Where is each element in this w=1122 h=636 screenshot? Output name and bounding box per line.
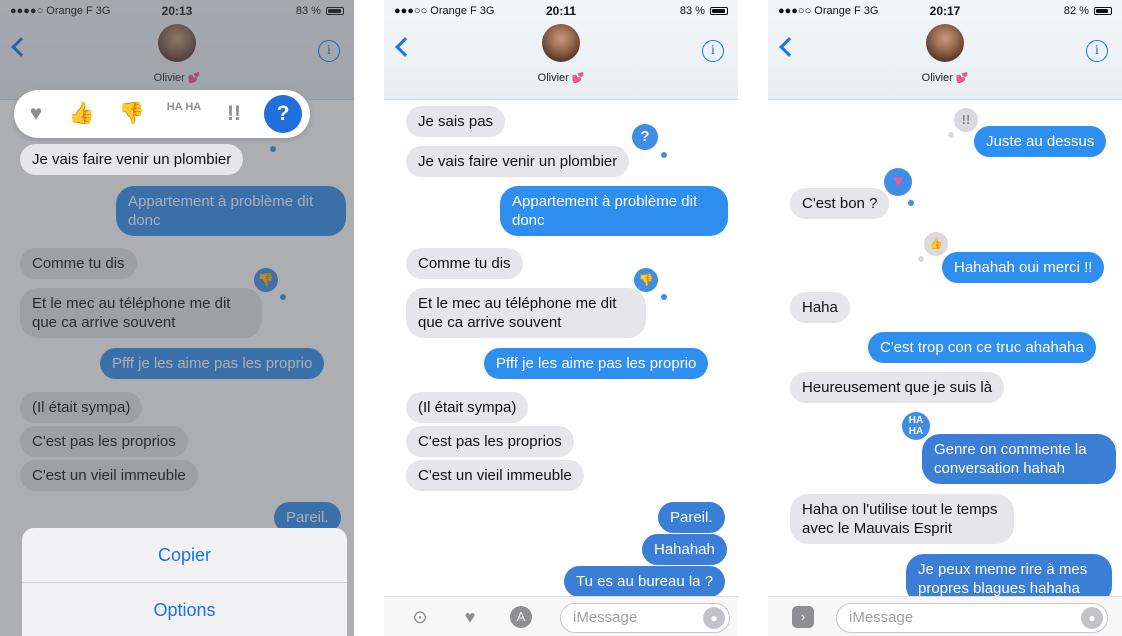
- message-outgoing[interactable]: Juste au dessus: [974, 126, 1107, 157]
- contact-name-label: Olivier: [921, 72, 953, 84]
- input-bar: › iMessage ●: [768, 596, 1122, 636]
- options-button[interactable]: Options: [22, 583, 347, 636]
- battery-indicator: 83 %: [680, 5, 728, 17]
- tapback-dot: [908, 200, 914, 206]
- message-outgoing[interactable]: C'est trop con ce truc ahahaha: [868, 332, 1096, 363]
- message-incoming[interactable]: Et le mec au téléphone me dit que ca arr…: [406, 288, 646, 338]
- thumbs-up-tapback-icon[interactable]: 👍: [924, 232, 948, 256]
- back-chevron-icon[interactable]: [779, 37, 799, 57]
- heart-tapback-icon[interactable]: ♥: [20, 90, 52, 138]
- message-outgoing[interactable]: Hahahah: [642, 534, 727, 565]
- message-list: !! Juste au dessus ♥ C'est bon ? 👍 Hahah…: [768, 102, 1122, 636]
- message-incoming[interactable]: Heureusement que je suis là: [790, 372, 1005, 403]
- digital-touch-icon[interactable]: ♥: [458, 606, 482, 628]
- exclamation-tapback-icon[interactable]: !!: [218, 90, 250, 138]
- battery-percent: 82 %: [1063, 5, 1089, 17]
- hearts-emoji-icon: 💕: [571, 73, 585, 84]
- exclamation-tapback-icon[interactable]: !!: [954, 108, 978, 132]
- microphone-icon[interactable]: ●: [703, 607, 725, 629]
- selected-message[interactable]: Je vais faire venir un plombier: [20, 144, 244, 175]
- avatar[interactable]: [926, 24, 964, 62]
- status-bar: ●●●○○ Orange F 3G 20:17 82 %: [768, 0, 1122, 20]
- battery-icon: [1094, 7, 1112, 16]
- thumbs-down-tapback-icon[interactable]: 👎: [634, 268, 658, 292]
- status-bar: ●●●○○ Orange F 3G 20:11 83 %: [384, 0, 738, 20]
- action-sheet: Copier Options: [22, 528, 347, 636]
- screen-tapback-picker: ●●●●○ Orange F 3G 20:13 83 % Olivier 💕 i…: [0, 0, 354, 636]
- message-input[interactable]: iMessage ●: [560, 603, 730, 633]
- microphone-icon[interactable]: ●: [1081, 607, 1103, 629]
- input-bar: ⊙ ♥ A iMessage ●: [384, 596, 738, 636]
- message-incoming[interactable]: Je vais faire venir un plombier: [406, 146, 630, 177]
- copy-button[interactable]: Copier: [22, 528, 347, 582]
- message-outgoing[interactable]: Genre on commente la conversation hahah: [922, 434, 1116, 484]
- contact-name[interactable]: Olivier 💕: [384, 72, 738, 84]
- message-outgoing[interactable]: Tu es au bureau la ?: [564, 566, 726, 597]
- info-icon[interactable]: i: [702, 40, 724, 62]
- info-icon[interactable]: i: [1086, 40, 1108, 62]
- message-incoming[interactable]: C'est un vieil immeuble: [406, 460, 584, 491]
- tapback-dot: [661, 152, 667, 158]
- heart-tapback-icon[interactable]: ♥: [884, 168, 912, 196]
- contact-name-label: Olivier: [537, 72, 569, 84]
- back-chevron-icon[interactable]: [395, 37, 415, 57]
- message-outgoing[interactable]: Pareil.: [658, 502, 725, 533]
- app-store-icon[interactable]: A: [510, 606, 532, 628]
- message-outgoing[interactable]: Pfff je les aime pas les proprio: [484, 348, 709, 379]
- expand-chevron-icon[interactable]: ›: [792, 606, 814, 628]
- tapback-dot: [661, 294, 667, 300]
- battery-icon: [710, 7, 728, 16]
- question-tapback-icon[interactable]: ?: [632, 124, 658, 150]
- message-list: Je sais pas ? Je vais faire venir un plo…: [384, 102, 738, 636]
- avatar[interactable]: [542, 24, 580, 62]
- camera-icon[interactable]: ⊙: [408, 606, 432, 628]
- message-incoming[interactable]: Haha: [790, 292, 850, 323]
- message-outgoing[interactable]: Appartement à problème dit donc: [500, 186, 728, 236]
- question-tapback-icon[interactable]: ?: [264, 95, 302, 133]
- message-input[interactable]: iMessage ●: [836, 603, 1108, 633]
- thumbs-down-tapback-icon[interactable]: 👎: [116, 90, 148, 138]
- tapback-dot: [948, 132, 954, 138]
- message-incoming[interactable]: C'est bon ?: [790, 188, 890, 219]
- haha-tapback-icon[interactable]: HA HA: [902, 412, 930, 440]
- tapback-dot: [918, 256, 924, 262]
- message-incoming[interactable]: C'est pas les proprios: [406, 426, 574, 457]
- battery-indicator: 82 %: [1064, 5, 1112, 17]
- haha-tapback-icon[interactable]: HA HA: [166, 90, 202, 138]
- message-outgoing[interactable]: Hahahah oui merci !!: [942, 252, 1105, 283]
- screen-conversation: ●●●○○ Orange F 3G 20:11 83 % Olivier 💕 i…: [384, 0, 738, 636]
- battery-percent: 83 %: [679, 5, 705, 17]
- message-input-placeholder: iMessage: [849, 609, 914, 626]
- tapback-picker: ♥ 👍 👎 HA HA !! ?: [14, 90, 310, 138]
- message-incoming[interactable]: Comme tu dis: [406, 248, 523, 279]
- message-input-placeholder: iMessage: [573, 609, 638, 626]
- screen-conversation-reactions: ●●●○○ Orange F 3G 20:17 82 % Olivier 💕 i…: [768, 0, 1122, 636]
- contact-name[interactable]: Olivier 💕: [768, 72, 1122, 84]
- thumbs-up-tapback-icon[interactable]: 👍: [66, 90, 98, 138]
- message-incoming[interactable]: Je sais pas: [406, 106, 506, 137]
- message-incoming[interactable]: Haha on l'utilise tout le temps avec le …: [790, 494, 1014, 544]
- hearts-emoji-icon: 💕: [955, 73, 969, 84]
- message-incoming[interactable]: (Il était sympa): [406, 392, 529, 423]
